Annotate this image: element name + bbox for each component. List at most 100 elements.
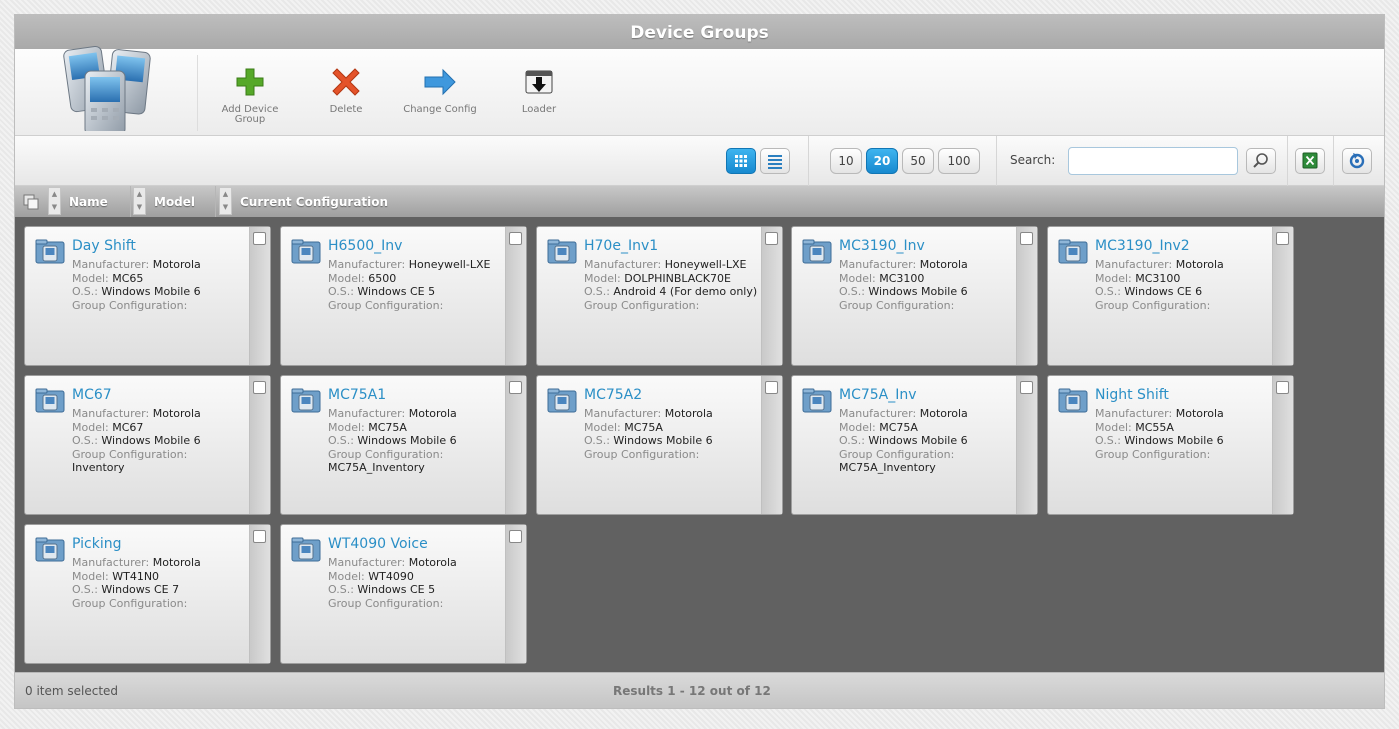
- card-model-row: Model: MC75A: [328, 421, 506, 435]
- device-group-card[interactable]: MC3190_Inv2 Manufacturer: Motorola Model: …: [1047, 226, 1294, 366]
- card-details: Manufacturer: Motorola Model: MC67 O.S.: W…: [72, 407, 250, 475]
- card-os-label: O.S.:: [72, 434, 98, 447]
- status-bar: 0 item selected Results 1 - 12 out of 12: [15, 672, 1384, 708]
- grid-view-button[interactable]: [726, 148, 756, 174]
- card-manufacturer-row: Manufacturer: Motorola: [72, 407, 250, 421]
- card-model-value: MC3100: [879, 271, 925, 285]
- card-checkbox[interactable]: [1020, 232, 1033, 245]
- card-title[interactable]: MC3190_Inv: [839, 238, 925, 254]
- device-group-card[interactable]: MC3190_Inv Manufacturer: Motorola Model: M…: [791, 226, 1038, 366]
- export-excel-button[interactable]: [1295, 148, 1325, 174]
- toolbar-divider: [1333, 136, 1334, 186]
- search-button[interactable]: [1246, 148, 1276, 174]
- search-input[interactable]: [1068, 147, 1238, 175]
- card-manufacturer-label: Manufacturer:: [72, 258, 150, 271]
- device-groups-window: Device Groups Add Device Group Delete Ch…: [14, 14, 1385, 709]
- device-group-grid: Day Shift Manufacturer: Motorola Model: MC…: [15, 217, 1384, 672]
- page-size-10-button[interactable]: 10: [830, 148, 862, 174]
- card-side-strip: [505, 227, 526, 365]
- card-title[interactable]: MC67: [72, 387, 112, 403]
- card-title[interactable]: MC75A_Inv: [839, 387, 917, 403]
- sort-configuration-control[interactable]: ▲ ▼: [219, 187, 232, 215]
- device-group-icon: [547, 388, 577, 413]
- card-title[interactable]: Day Shift: [72, 238, 136, 254]
- card-title[interactable]: Night Shift: [1095, 387, 1169, 403]
- card-details: Manufacturer: Motorola Model: MC75A O.S.: …: [839, 407, 1017, 475]
- card-group-config-label: Group Configuration:: [839, 298, 955, 312]
- device-group-card[interactable]: Day Shift Manufacturer: Motorola Model: MC…: [24, 226, 271, 366]
- card-manufacturer-label: Manufacturer:: [1095, 258, 1173, 271]
- card-group-config-label: Group Configuration:: [839, 447, 955, 461]
- page-size-20-button[interactable]: 20: [866, 148, 898, 174]
- card-title[interactable]: H70e_Inv1: [584, 238, 658, 254]
- card-manufacturer-label: Manufacturer:: [839, 258, 917, 271]
- card-title[interactable]: H6500_Inv: [328, 238, 402, 254]
- card-checkbox[interactable]: [765, 232, 778, 245]
- card-manufacturer-row: Manufacturer: Motorola: [839, 258, 1017, 272]
- card-group-config-label: Group Configuration:: [584, 447, 700, 461]
- device-group-card[interactable]: WT4090 Voice Manufacturer: Motorola Model:…: [280, 524, 527, 664]
- card-side-strip: [1016, 227, 1037, 365]
- device-group-card[interactable]: MC75A1 Manufacturer: Motorola Model: MC75A…: [280, 375, 527, 515]
- sort-model-control[interactable]: ▲ ▼: [133, 187, 146, 215]
- card-manufacturer-row: Manufacturer: Motorola: [1095, 407, 1273, 421]
- card-os-label: O.S.:: [72, 583, 98, 596]
- change-config-button[interactable]: Change Config: [400, 67, 480, 115]
- card-title[interactable]: MC75A2: [584, 387, 642, 403]
- card-side-strip: [505, 376, 526, 514]
- card-checkbox[interactable]: [1020, 381, 1033, 394]
- card-title[interactable]: Picking: [72, 536, 121, 552]
- card-manufacturer-label: Manufacturer:: [72, 407, 150, 420]
- card-group-config-label: Group Configuration:: [1095, 298, 1211, 312]
- card-checkbox[interactable]: [253, 232, 266, 245]
- column-model[interactable]: Model: [154, 195, 195, 209]
- card-checkbox[interactable]: [509, 530, 522, 543]
- card-manufacturer-value: Motorola: [152, 407, 201, 420]
- page-size-50-button[interactable]: 50: [902, 148, 934, 174]
- device-group-card[interactable]: Picking Manufacturer: Motorola Model: WT41…: [24, 524, 271, 664]
- page-size-100-button[interactable]: 100: [938, 148, 980, 174]
- card-manufacturer-value: Motorola: [408, 556, 457, 569]
- device-group-card[interactable]: H6500_Inv Manufacturer: Honeywell-LXE Mode…: [280, 226, 527, 366]
- device-group-card[interactable]: MC75A_Inv Manufacturer: Motorola Model: MC…: [791, 375, 1038, 515]
- loader-button[interactable]: Loader: [509, 67, 569, 115]
- change-config-label: Change Config: [403, 104, 477, 115]
- card-title[interactable]: MC75A1: [328, 387, 386, 403]
- card-checkbox[interactable]: [509, 232, 522, 245]
- delete-label: Delete: [329, 104, 363, 115]
- column-header-bar: ▲ ▼ Name ▲ ▼ Model ▲ ▼ Current Configuratio…: [15, 186, 1384, 217]
- card-checkbox[interactable]: [253, 381, 266, 394]
- card-manufacturer-label: Manufacturer:: [1095, 407, 1173, 420]
- column-current-configuration[interactable]: Current Configuration: [240, 195, 388, 209]
- device-group-icon: [802, 239, 832, 264]
- refresh-button[interactable]: [1342, 148, 1372, 174]
- toolbar: 10 20 50 100 Search:: [15, 136, 1384, 186]
- device-group-card[interactable]: Night Shift Manufacturer: Motorola Model: …: [1047, 375, 1294, 515]
- card-checkbox[interactable]: [1276, 232, 1289, 245]
- device-group-card[interactable]: MC67 Manufacturer: Motorola Model: MC67 O.S…: [24, 375, 271, 515]
- card-model-value: MC65: [112, 271, 144, 285]
- card-manufacturer-value: Motorola: [919, 407, 968, 420]
- list-view-button[interactable]: [760, 148, 790, 174]
- card-manufacturer-value: Motorola: [919, 258, 968, 271]
- sort-name-control[interactable]: ▲ ▼: [48, 187, 61, 215]
- device-group-card[interactable]: MC75A2 Manufacturer: Motorola Model: MC75A…: [536, 375, 783, 515]
- ribbon-divider: [197, 55, 198, 131]
- card-title[interactable]: MC3190_Inv2: [1095, 238, 1190, 254]
- card-checkbox[interactable]: [1276, 381, 1289, 394]
- column-name[interactable]: Name: [69, 195, 108, 209]
- device-group-card[interactable]: H70e_Inv1 Manufacturer: Honeywell-LXE Mode…: [536, 226, 783, 366]
- card-group-config-label: Group Configuration:: [328, 298, 444, 312]
- card-details: Manufacturer: Honeywell-LXE Model: DOLPHI…: [584, 258, 762, 312]
- card-checkbox[interactable]: [765, 381, 778, 394]
- card-checkbox[interactable]: [253, 530, 266, 543]
- delete-button[interactable]: Delete: [317, 67, 375, 115]
- select-all-icon[interactable]: [23, 194, 39, 210]
- card-os-label: O.S.:: [839, 285, 865, 298]
- card-details: Manufacturer: Motorola Model: WT41N0 O.S.:…: [72, 556, 250, 610]
- card-checkbox[interactable]: [509, 381, 522, 394]
- card-model-label: Model:: [328, 569, 365, 583]
- add-device-group-button[interactable]: Add Device Group: [219, 67, 281, 125]
- card-title[interactable]: WT4090 Voice: [328, 536, 428, 552]
- card-model-label: Model:: [72, 569, 109, 583]
